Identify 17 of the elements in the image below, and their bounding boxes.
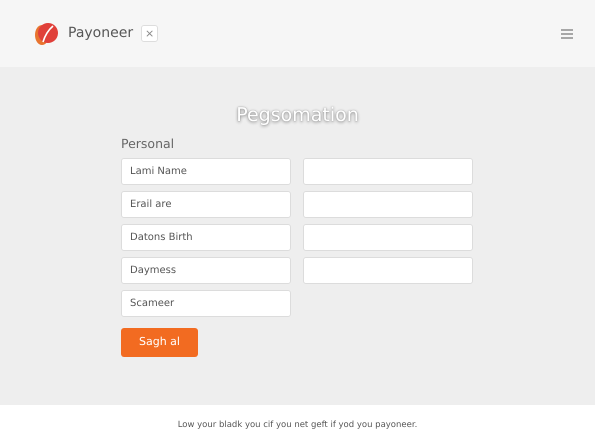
submit-button[interactable]: Sagh al xyxy=(121,328,198,357)
close-button[interactable]: × xyxy=(141,25,158,42)
input-field[interactable]: Lami Name xyxy=(121,158,291,185)
section-label: Personal xyxy=(121,135,176,153)
brand-name: Payoneer xyxy=(68,24,134,43)
input-field[interactable]: Scameer xyxy=(121,290,291,317)
leaf-logo-icon xyxy=(32,22,60,46)
input-field[interactable]: Erail are xyxy=(121,190,291,218)
input-field[interactable] xyxy=(303,224,473,251)
input-field[interactable] xyxy=(303,158,473,185)
input-field[interactable] xyxy=(303,256,473,284)
page-title: Pegsomation xyxy=(235,103,360,130)
menu-icon[interactable] xyxy=(561,29,573,40)
input-field[interactable]: Datons Birth xyxy=(121,224,291,251)
input-field[interactable] xyxy=(303,190,473,218)
footer-text: Low your bladk you cif you net geft if yod you payoneer. xyxy=(178,419,418,432)
input-field[interactable]: Daymess xyxy=(121,256,291,284)
